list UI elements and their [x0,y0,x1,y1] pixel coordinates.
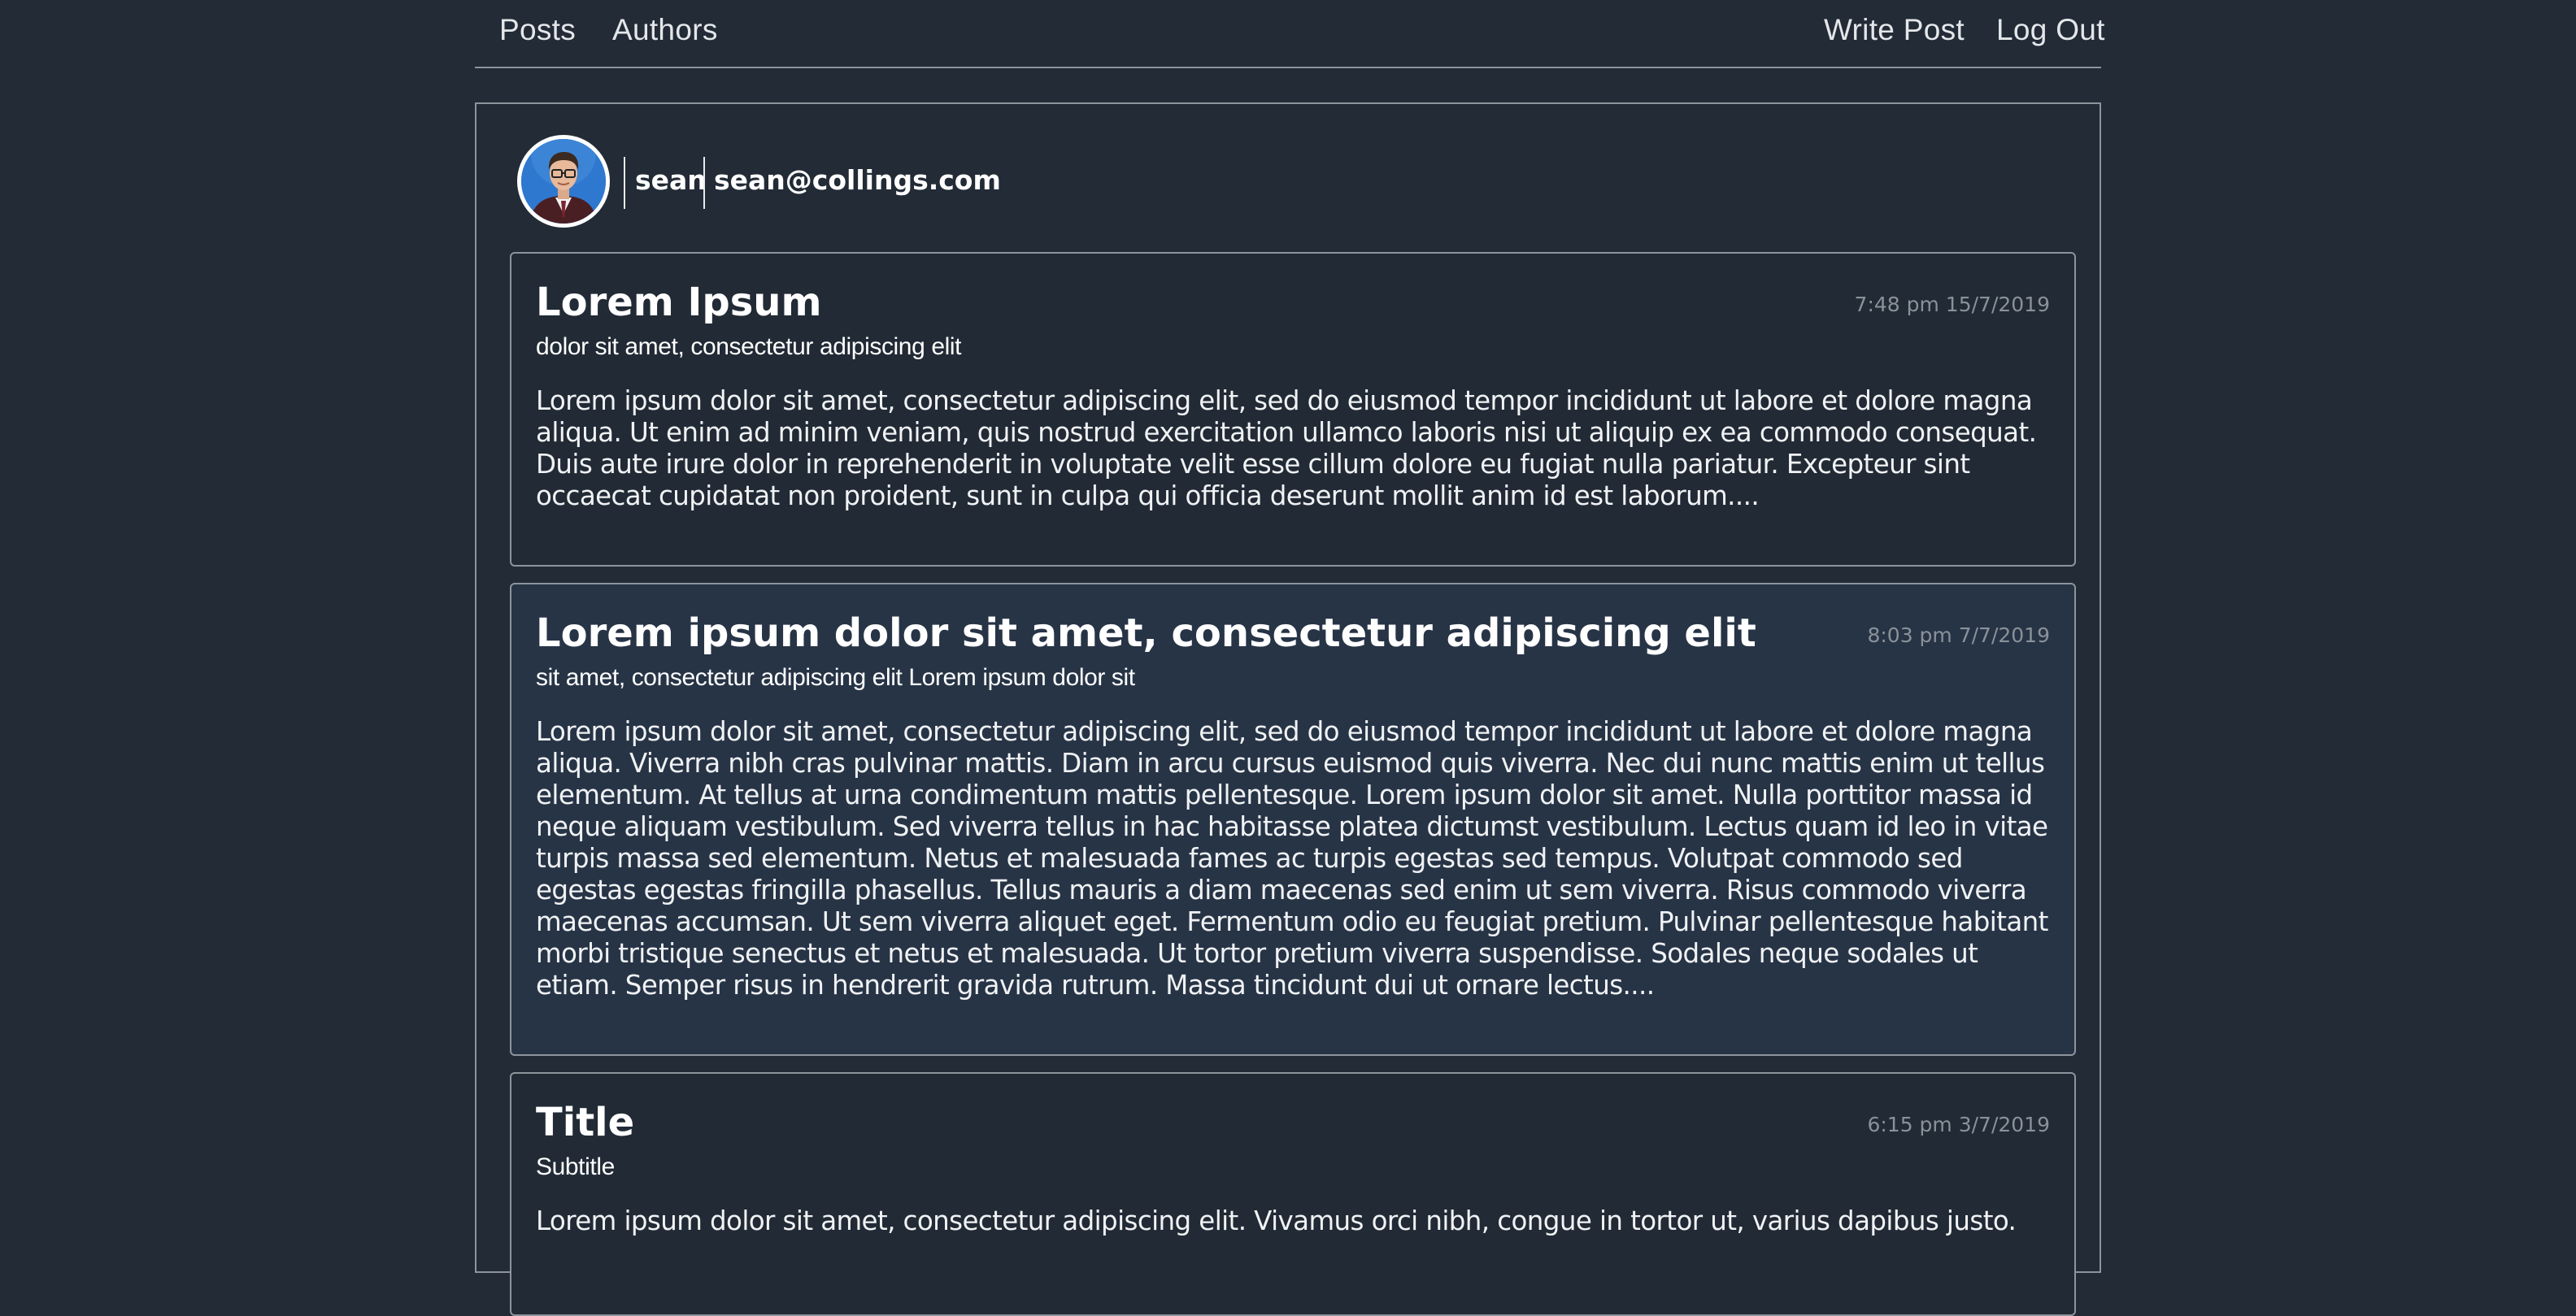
profile-username: sean [635,164,707,196]
post-subtitle: dolor sit amet, consectetur adipiscing e… [536,333,962,360]
post-title: Lorem Ipsum [536,280,822,325]
nav-posts-link[interactable]: Posts [499,13,576,47]
post-card[interactable]: Lorem ipsum dolor sit amet, consectetur … [510,583,2076,1056]
avatar-image [521,139,606,224]
nav-authors-link[interactable]: Authors [612,13,718,47]
post-title: Title [536,1100,635,1145]
post-timestamp: 8:03 pm 7/7/2019 [1867,623,2050,647]
post-subtitle: sit amet, consectetur adipiscing elit Lo… [536,664,1135,691]
profile-divider [624,157,625,209]
nav-write-post-link[interactable]: Write Post [1824,13,1965,47]
post-excerpt: Lorem ipsum dolor sit amet, consectetur … [536,385,2037,511]
profile-divider [703,157,705,209]
post-card[interactable]: Title 6:15 pm 3/7/2019 Subtitle Lorem ip… [510,1072,2076,1316]
profile-email: sean@collings.com [714,164,1001,196]
post-card[interactable]: Lorem Ipsum 7:48 pm 15/7/2019 dolor sit … [510,252,2076,567]
post-subtitle: Subtitle [536,1153,615,1180]
avatar [517,135,610,228]
post-title: Lorem ipsum dolor sit amet, consectetur … [536,610,1756,656]
post-timestamp: 6:15 pm 3/7/2019 [1867,1113,2050,1136]
post-excerpt: Lorem ipsum dolor sit amet, consectetur … [536,716,2048,1001]
top-nav: Posts Authors Write Post Log Out [475,0,2104,68]
post-excerpt: Lorem ipsum dolor sit amet, consectetur … [536,1205,2017,1236]
post-timestamp: 7:48 pm 15/7/2019 [1854,293,2050,316]
nav-log-out-link[interactable]: Log Out [1996,13,2105,47]
